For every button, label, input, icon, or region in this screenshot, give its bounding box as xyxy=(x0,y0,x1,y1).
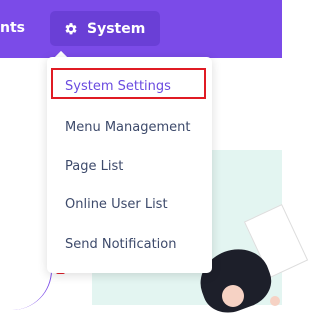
illustration-person-face xyxy=(222,285,244,307)
gear-icon xyxy=(65,22,77,34)
menu-item-send-notification[interactable]: Send Notification xyxy=(65,237,176,252)
highlight-box xyxy=(51,68,206,99)
menu-item-online-user-list[interactable]: Online User List xyxy=(65,197,168,212)
system-menu-label: System xyxy=(87,20,146,37)
illustration-line xyxy=(6,240,52,310)
menu-item-menu-management[interactable]: Menu Management xyxy=(65,120,190,135)
system-menu-button[interactable]: System xyxy=(50,11,160,46)
nav-item-partial[interactable]: nts xyxy=(0,20,25,36)
menu-item-page-list[interactable]: Page List xyxy=(65,159,123,174)
